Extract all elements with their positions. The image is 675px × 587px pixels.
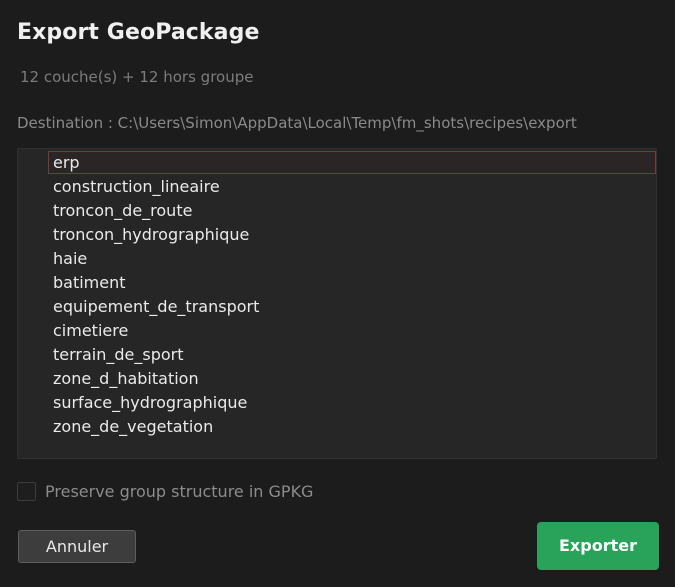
layer-list-item[interactable]: equipement_de_transport: [48, 295, 656, 318]
preserve-group-option[interactable]: Preserve group structure in GPKG: [17, 480, 313, 502]
layer-list-item[interactable]: batiment: [48, 271, 656, 294]
layer-list-item[interactable]: zone_de_vegetation: [48, 415, 656, 438]
layer-count-summary: 12 couche(s) + 12 hors groupe: [20, 68, 254, 86]
cancel-button[interactable]: Annuler: [18, 530, 136, 563]
export-button[interactable]: Exporter: [537, 522, 659, 570]
layer-list-item[interactable]: erp: [48, 151, 656, 174]
dialog-title: Export GeoPackage: [17, 20, 260, 45]
layer-list[interactable]: erp construction_lineaire troncon_de_rou…: [17, 148, 657, 459]
layer-list-item[interactable]: surface_hydrographique: [48, 391, 656, 414]
export-geopackage-dialog: Export GeoPackage 12 couche(s) + 12 hors…: [0, 0, 675, 587]
layer-list-item[interactable]: troncon_de_route: [48, 199, 656, 222]
layer-list-item[interactable]: terrain_de_sport: [48, 343, 656, 366]
layer-list-item[interactable]: construction_lineaire: [48, 175, 656, 198]
layer-list-item[interactable]: troncon_hydrographique: [48, 223, 656, 246]
layer-list-item[interactable]: cimetiere: [48, 319, 656, 342]
layer-list-item[interactable]: haie: [48, 247, 656, 270]
preserve-group-label[interactable]: Preserve group structure in GPKG: [45, 482, 313, 501]
preserve-group-checkbox[interactable]: [17, 481, 36, 501]
layer-list-item[interactable]: zone_d_habitation: [48, 367, 656, 390]
destination-path: Destination : C:\Users\Simon\AppData\Loc…: [17, 114, 577, 132]
